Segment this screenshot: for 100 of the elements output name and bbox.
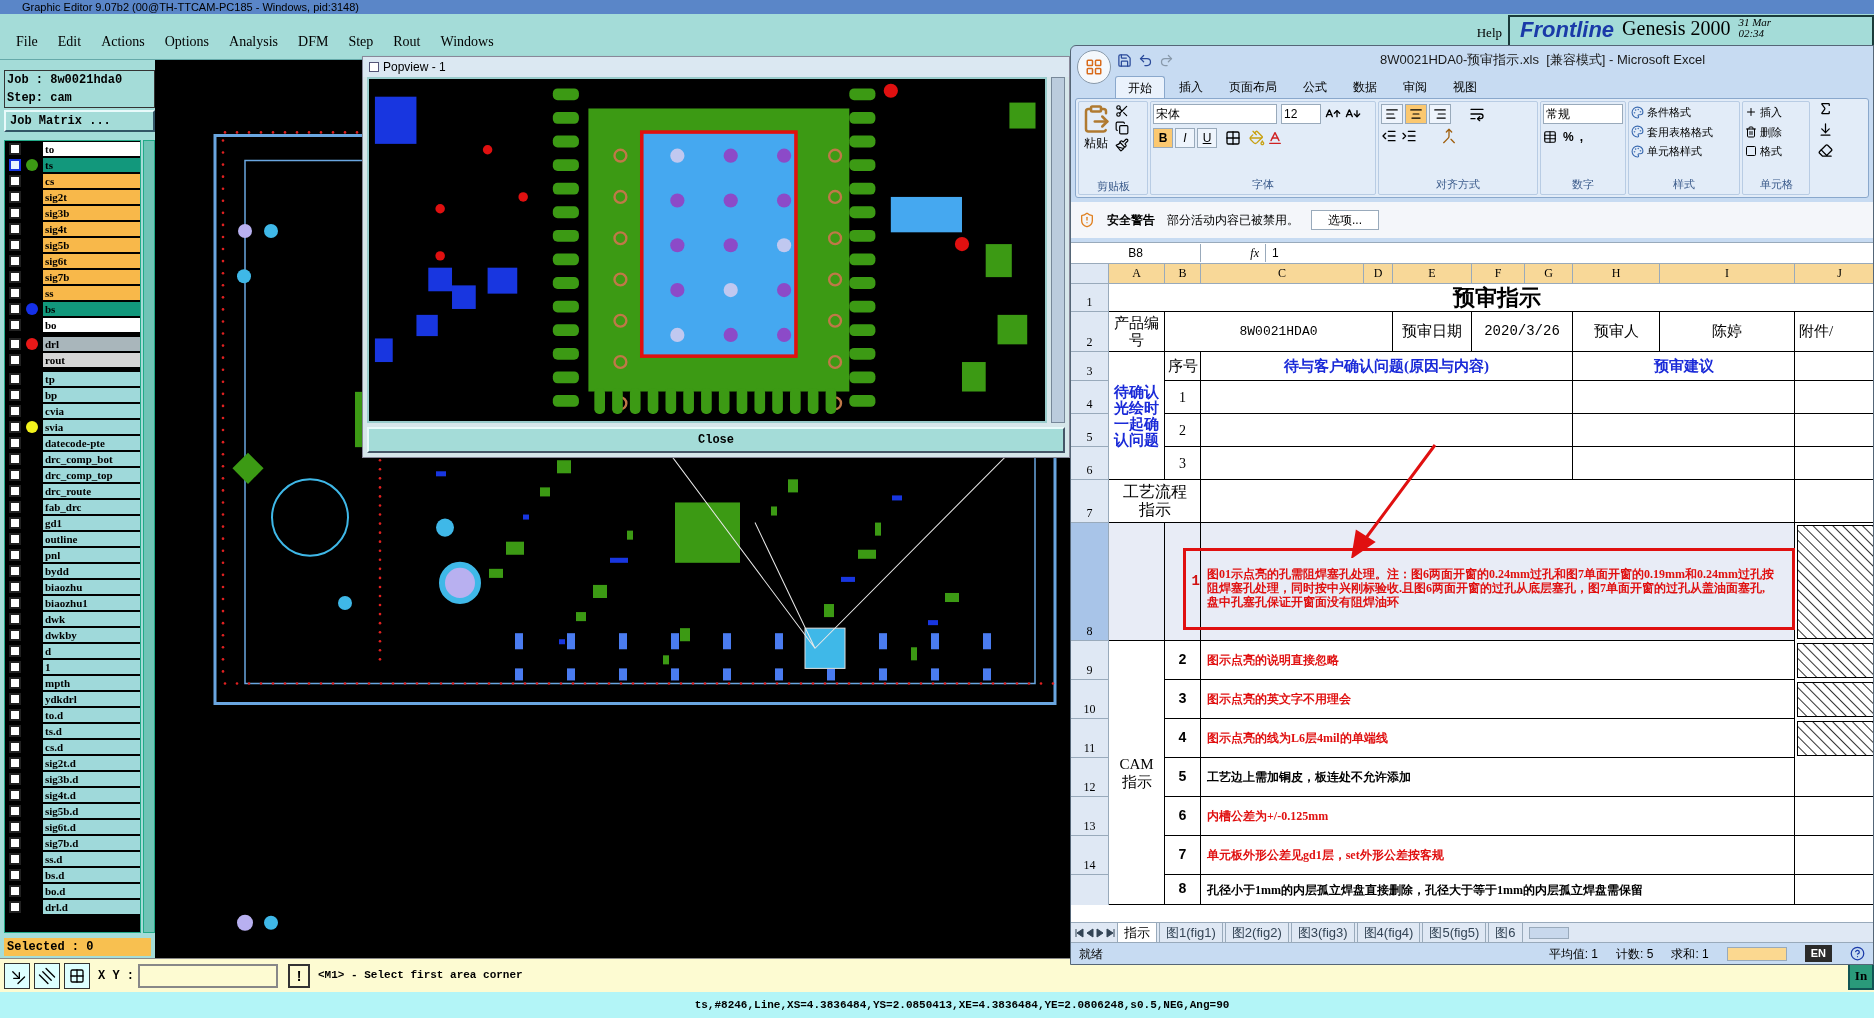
layer-checkbox[interactable] [9,158,21,171]
layer-checkbox[interactable] [9,337,21,350]
alert-button[interactable]: ! [288,963,310,988]
row-header[interactable]: 1 [1071,284,1109,312]
layer-checkbox[interactable] [9,468,21,481]
layer-name[interactable]: sig3b.d [43,771,140,786]
row-header[interactable]: 4 [1071,381,1109,414]
layer-checkbox[interactable] [9,804,21,817]
layer-name[interactable]: bydd [43,563,140,578]
sum-icon[interactable] [1818,101,1833,116]
layer-name[interactable]: bs [43,301,140,316]
percent-button[interactable]: % [1563,128,1574,146]
menu-item[interactable]: Windows [440,31,494,52]
layer-name[interactable]: biaozhu1 [43,595,140,610]
layer-name[interactable]: ss.d [43,851,140,866]
layer-name[interactable]: svia [43,419,140,434]
layer-checkbox[interactable] [9,500,21,513]
ribbon-tab[interactable]: 公式 [1291,76,1339,98]
sheet-tab[interactable]: 图4(fig4) [1356,923,1421,942]
menu-item[interactable]: Actions [101,31,145,52]
layer-checkbox[interactable] [9,222,21,235]
ribbon-tab[interactable]: 视图 [1441,76,1489,98]
layer-name[interactable]: fab_drc [43,499,140,514]
column-header[interactable]: C [1201,264,1364,284]
grid-icon[interactable] [64,962,90,989]
layer-name[interactable]: sig6t [43,253,140,268]
layer-name[interactable]: bo.d [43,883,140,898]
layer-checkbox[interactable] [9,174,21,187]
layer-name[interactable]: sig7b.d [43,835,140,850]
layer-name[interactable]: ts [43,157,140,172]
layer-name[interactable]: sig7b [43,269,140,284]
column-header[interactable]: J [1795,264,1873,284]
layer-name[interactable]: bs.d [43,867,140,882]
increase-indent-icon[interactable] [1401,128,1417,144]
column-header[interactable]: H [1573,264,1660,284]
ribbon-tab[interactable]: 开始 [1115,76,1165,98]
clear-icon[interactable] [1818,143,1833,158]
layer-name[interactable]: bp [43,387,140,402]
layer-checkbox[interactable] [9,436,21,449]
row-header[interactable]: 5 [1071,414,1109,447]
menu-item[interactable]: Rout [393,31,421,52]
formula-field[interactable]: 1 [1265,244,1873,262]
layer-checkbox[interactable] [9,318,21,331]
style-button[interactable]: 条件格式 [1647,104,1691,121]
layer-checkbox[interactable] [9,516,21,529]
layer-name[interactable]: tp [43,371,140,386]
row-header[interactable]: 2 [1071,312,1109,352]
layer-name[interactable]: cs [43,173,140,188]
layer-name[interactable]: drl [43,336,140,351]
layer-name[interactable]: sig4t.d [43,787,140,802]
row-header[interactable]: 14 [1071,836,1109,875]
layer-name[interactable]: cs.d [43,739,140,754]
layer-name[interactable]: dwkby [43,627,140,642]
layer-checkbox[interactable] [9,420,21,433]
layer-name[interactable]: rout [43,352,140,367]
layer-checkbox[interactable] [9,270,21,283]
office-button-icon[interactable] [1077,50,1111,84]
layer-checkbox[interactable] [9,404,21,417]
layer-name[interactable]: sig4t [43,221,140,236]
layer-name[interactable]: ydkdrl [43,691,140,706]
layer-checkbox[interactable] [9,644,21,657]
sheet-navigation-icon[interactable] [1075,927,1115,938]
cell-action-button[interactable]: 删除 [1760,123,1782,140]
merge-icon[interactable] [1441,128,1457,144]
layer-name[interactable]: dwk [43,611,140,626]
row-header[interactable]: 10 [1071,680,1109,719]
horizontal-scrollbar[interactable] [1528,926,1569,939]
cell-action-button[interactable]: 格式 [1760,143,1782,160]
layer-name[interactable]: to.d [43,707,140,722]
ribbon-tab[interactable]: 插入 [1167,76,1215,98]
fill-down-icon[interactable] [1818,122,1833,137]
layer-checkbox[interactable] [9,612,21,625]
row-header[interactable]: 7 [1071,480,1109,523]
wrap-text-icon[interactable] [1469,106,1485,122]
layer-checkbox[interactable] [9,692,21,705]
layer-checkbox[interactable] [9,372,21,385]
format-button[interactable]: U [1197,128,1217,148]
align-button[interactable] [1405,104,1427,124]
layer-checkbox[interactable] [9,884,21,897]
layer-checkbox[interactable] [9,353,21,366]
scrollbar[interactable] [143,140,155,933]
comma-button[interactable]: , [1579,128,1583,146]
row-header[interactable]: 3 [1071,352,1109,381]
style-button[interactable]: 单元格样式 [1647,143,1702,160]
layer-checkbox[interactable] [9,868,21,881]
row-header[interactable]: 6 [1071,447,1109,480]
layer-checkbox[interactable] [9,628,21,641]
layer-name[interactable]: to [43,141,140,156]
ribbon-tab[interactable]: 数据 [1341,76,1389,98]
layer-checkbox[interactable] [9,852,21,865]
layer-name[interactable]: ts.d [43,723,140,738]
layer-checkbox[interactable] [9,206,21,219]
layer-checkbox[interactable] [9,724,21,737]
fill-color-icon[interactable] [1249,130,1265,146]
job-matrix-button[interactable]: Job Matrix ... [4,110,155,132]
cut-icon[interactable] [1115,104,1129,118]
layer-checkbox[interactable] [9,254,21,267]
column-header[interactable]: D [1364,264,1393,284]
layer-name[interactable]: drc_route [43,483,140,498]
layer-name[interactable]: sig2t.d [43,755,140,770]
